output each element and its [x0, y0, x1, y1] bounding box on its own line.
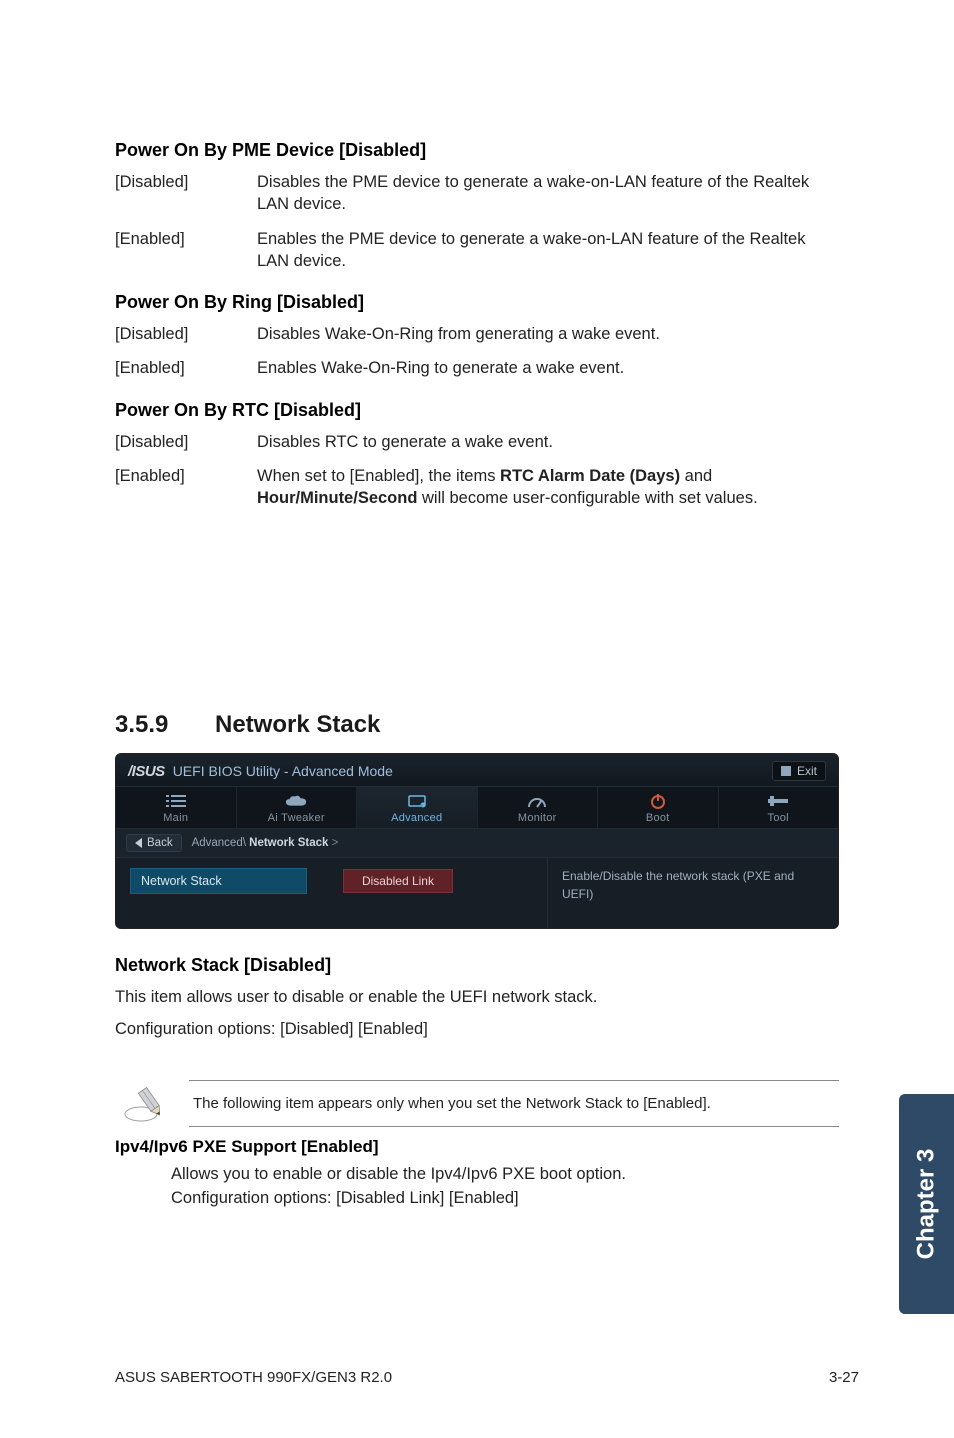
heading-rtc: Power On By RTC [Disabled]	[115, 400, 839, 421]
option-desc: Disables the PME device to generate a wa…	[257, 171, 839, 216]
exit-label: Exit	[797, 764, 817, 778]
option-label: [Disabled]	[115, 171, 257, 216]
footer-left: ASUS SABERTOOTH 990FX/GEN3 R2.0	[115, 1369, 392, 1386]
asus-logo: /ISUS	[128, 763, 165, 780]
tab-ai-tweaker[interactable]: Ai Tweaker	[237, 787, 358, 828]
tab-label: Main	[163, 812, 188, 824]
back-button[interactable]: Back	[126, 834, 182, 852]
bios-brand: /ISUS UEFI BIOS Utility - Advanced Mode	[128, 763, 393, 780]
bios-left-pane: Network Stack Disabled Link	[116, 858, 547, 928]
option-row: [Disabled] Disables RTC to generate a wa…	[115, 431, 839, 453]
option-row: [Enabled] Enables the PME device to gene…	[115, 228, 839, 273]
bios-body: Network Stack Disabled Link Enable/Disab…	[116, 858, 838, 928]
option-desc: Disables RTC to generate a wake event.	[257, 431, 839, 453]
tab-label: Tool	[768, 812, 789, 824]
crumb-leaf: Network Stack	[249, 837, 328, 849]
note-row: The following item appears only when you…	[115, 1080, 839, 1127]
heading-netstack: Network Stack [Disabled]	[115, 955, 839, 976]
svg-text:i: i	[421, 803, 422, 808]
crumb-tail: >	[332, 837, 339, 849]
option-desc-suffix: will become user-configurable with set v…	[417, 489, 757, 507]
exit-button[interactable]: Exit	[772, 761, 826, 781]
breadcrumb-path: Advanced\ Network Stack >	[192, 837, 339, 849]
paragraph-line: Configuration options: [Disabled Link] […	[171, 1187, 839, 1211]
heading-pxe: Ipv4/Ipv6 PXE Support [Enabled]	[115, 1137, 839, 1157]
tab-label: Advanced	[391, 812, 442, 824]
bios-titlebar: /ISUS UEFI BIOS Utility - Advanced Mode …	[116, 754, 838, 786]
setting-row-label[interactable]: Network Stack	[130, 868, 307, 894]
back-label: Back	[147, 837, 173, 849]
list-icon	[165, 793, 187, 809]
section-title: Network Stack	[215, 711, 380, 739]
tab-main[interactable]: Main	[116, 787, 237, 828]
tab-label: Boot	[646, 812, 670, 824]
section-number: 3.5.9	[115, 711, 215, 739]
paragraph: Configuration options: [Disabled] [Enabl…	[115, 1018, 839, 1042]
option-label: [Enabled]	[115, 357, 257, 379]
chapter-side-tab: Chapter 3	[899, 1094, 954, 1314]
indented-paragraph: Allows you to enable or disable the Ipv4…	[171, 1163, 839, 1211]
page-footer: ASUS SABERTOOTH 990FX/GEN3 R2.0 3-27	[115, 1369, 859, 1386]
option-desc-bold: Hour/Minute/Second	[257, 489, 417, 507]
tab-tool[interactable]: Tool	[719, 787, 839, 828]
tool-icon	[767, 793, 789, 809]
tab-monitor[interactable]: Monitor	[478, 787, 599, 828]
heading-ring: Power On By Ring [Disabled]	[115, 292, 839, 313]
exit-icon	[781, 766, 791, 776]
back-arrow-icon	[135, 838, 142, 848]
power-icon	[647, 793, 669, 809]
heading-pme: Power On By PME Device [Disabled]	[115, 140, 839, 161]
bios-breadcrumb: Back Advanced\ Network Stack >	[116, 829, 838, 858]
option-desc-mid: and	[680, 467, 712, 485]
option-desc: When set to [Enabled], the items RTC Ala…	[257, 465, 839, 510]
option-label: [Enabled]	[115, 228, 257, 273]
chip-icon: i	[406, 793, 428, 809]
tab-advanced[interactable]: i Advanced	[357, 787, 478, 828]
footer-right: 3-27	[829, 1369, 859, 1386]
option-row: [Enabled] When set to [Enabled], the ite…	[115, 465, 839, 510]
option-desc: Enables Wake-On-Ring to generate a wake …	[257, 357, 839, 379]
setting-row-value[interactable]: Disabled Link	[343, 869, 453, 893]
paragraph-line: Allows you to enable or disable the Ipv4…	[171, 1163, 839, 1187]
tab-boot[interactable]: Boot	[598, 787, 719, 828]
bios-help-text: Enable/Disable the network stack (PXE an…	[562, 869, 794, 900]
cloud-icon	[285, 793, 307, 809]
option-desc: Enables the PME device to generate a wak…	[257, 228, 839, 273]
bios-tabs: Main Ai Tweaker i Advanced Monitor	[116, 786, 838, 829]
pencil-icon	[121, 1084, 169, 1124]
chapter-side-tab-text: Chapter 3	[913, 1149, 941, 1260]
tab-label: Ai Tweaker	[268, 812, 325, 824]
note-text: The following item appears only when you…	[189, 1080, 839, 1127]
option-label: [Enabled]	[115, 465, 257, 510]
section-number-heading: 3.5.9 Network Stack	[115, 711, 839, 739]
option-desc-bold: RTC Alarm Date (Days)	[500, 467, 680, 485]
bios-title-text: UEFI BIOS Utility - Advanced Mode	[173, 763, 393, 779]
paragraph: This item allows user to disable or enab…	[115, 986, 839, 1010]
crumb-parent: Advanced\	[192, 837, 246, 849]
gauge-icon	[526, 793, 548, 809]
option-label: [Disabled]	[115, 323, 257, 345]
bios-help-pane: Enable/Disable the network stack (PXE an…	[547, 858, 838, 928]
tab-label: Monitor	[518, 812, 557, 824]
option-desc-prefix: When set to [Enabled], the items	[257, 467, 500, 485]
option-label: [Disabled]	[115, 431, 257, 453]
option-desc: Disables Wake-On-Ring from generating a …	[257, 323, 839, 345]
option-row: [Disabled] Disables Wake-On-Ring from ge…	[115, 323, 839, 345]
note-icon-cell	[115, 1084, 175, 1124]
option-row: [Enabled] Enables Wake-On-Ring to genera…	[115, 357, 839, 379]
option-row: [Disabled] Disables the PME device to ge…	[115, 171, 839, 216]
bios-panel: /ISUS UEFI BIOS Utility - Advanced Mode …	[115, 753, 839, 929]
